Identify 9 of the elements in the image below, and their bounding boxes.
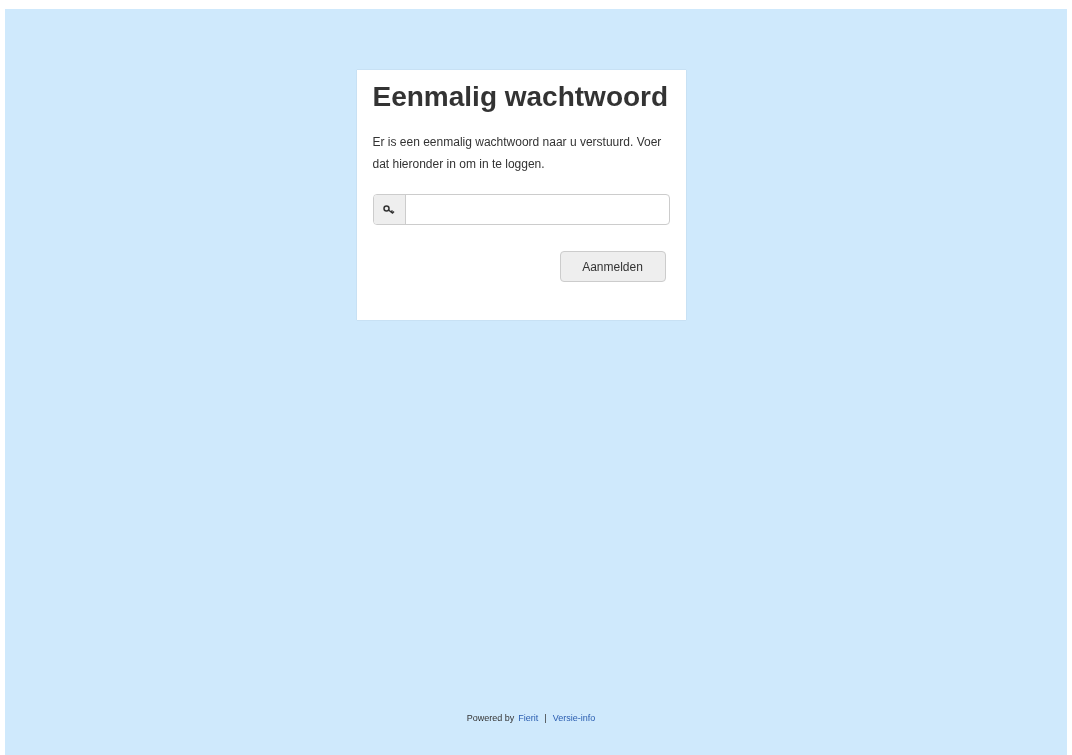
separator: |: [543, 711, 548, 725]
login-button[interactable]: Aanmelden: [559, 251, 666, 282]
powered-by-text: Powered by: [466, 711, 515, 725]
instruction-text: Er is een eenmalig wachtwoord naar u verstuurd. Voer dat hieronder in om in te loggen.: [372, 134, 663, 173]
key-icon: [383, 204, 395, 215]
password-field[interactable]: [372, 194, 670, 225]
vendor-link[interactable]: Fierit: [518, 711, 539, 725]
card-title: Eenmalig wachtwoord: [372, 80, 670, 114]
version-info-link[interactable]: Versie-info: [552, 711, 596, 725]
